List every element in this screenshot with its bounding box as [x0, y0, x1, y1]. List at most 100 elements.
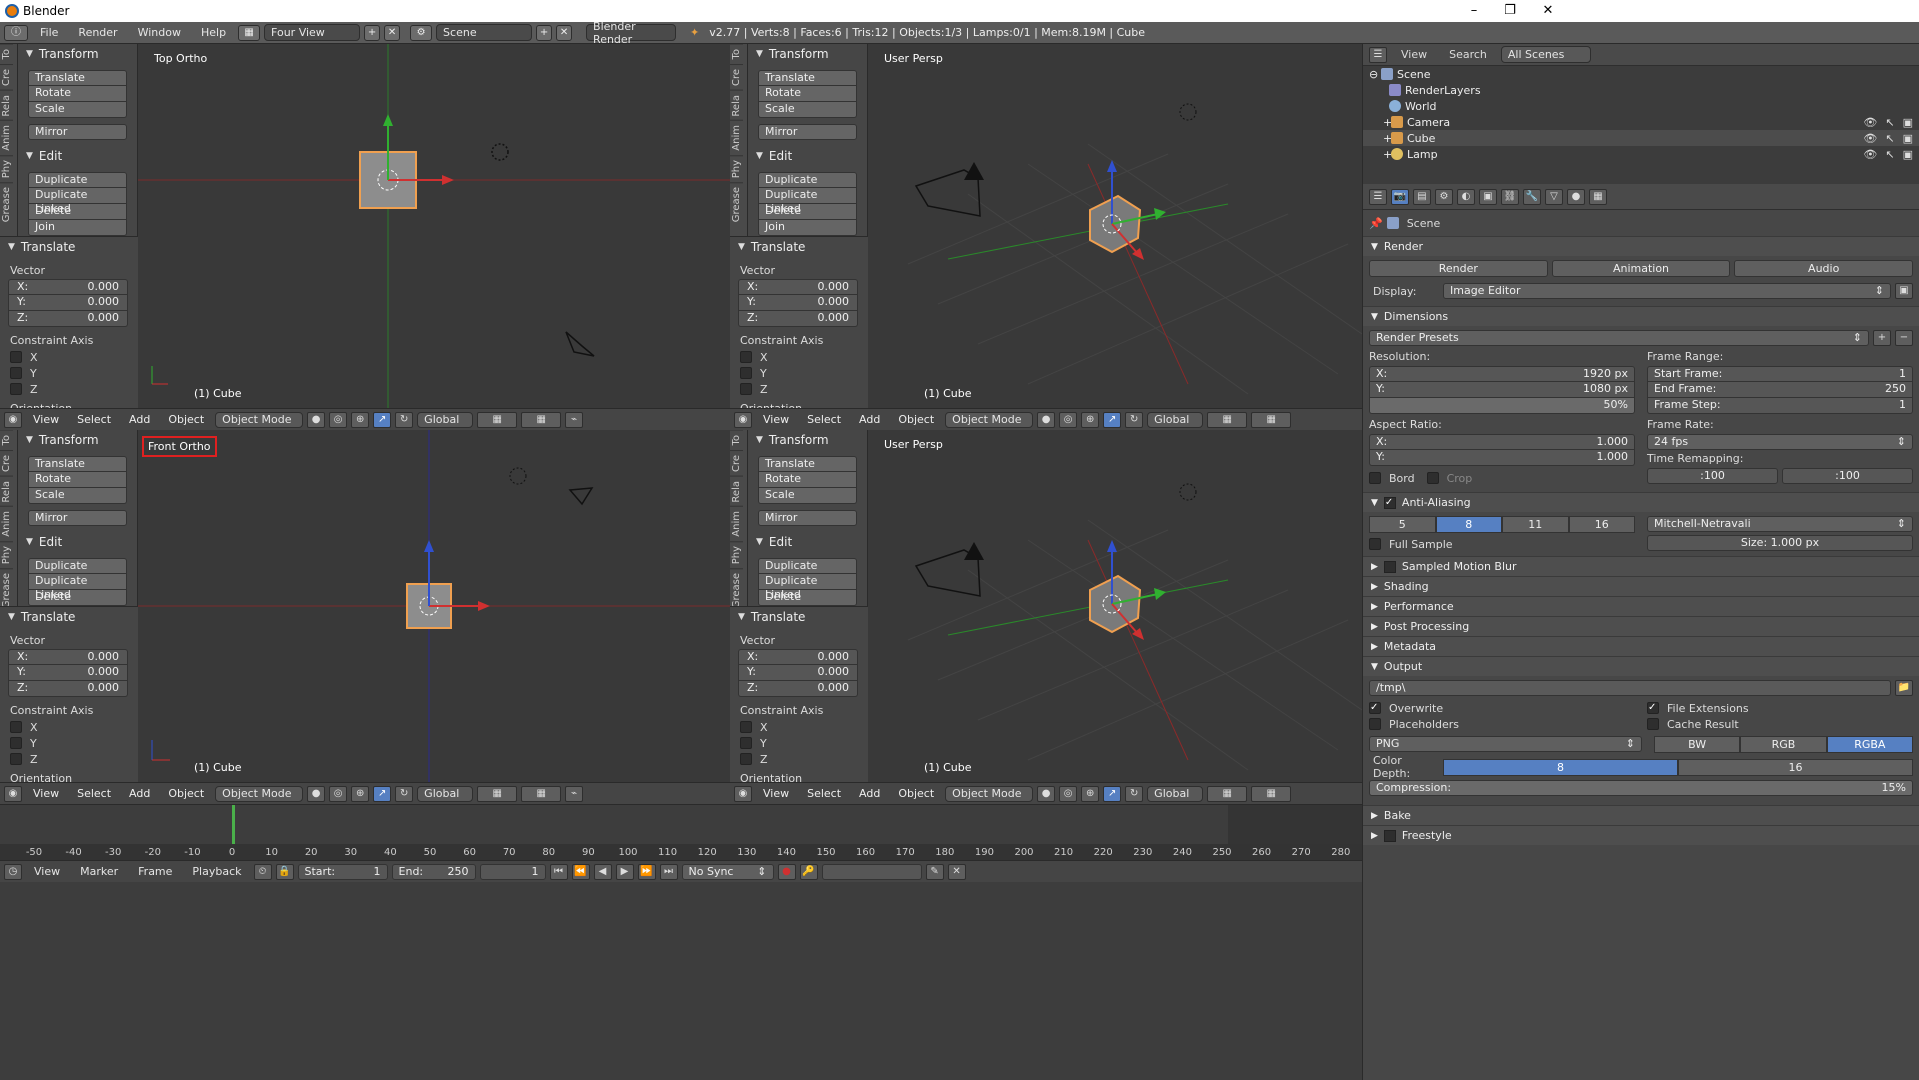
timeline[interactable]: -50 -40 -30 -20 -10 0 10 20 30 40 50 60 70 80 90 100 110…	[0, 804, 1362, 860]
render-tab-icon[interactable]: 📷	[1391, 188, 1409, 205]
tab-physics[interactable]: Phy	[730, 154, 743, 183]
constraint-x-checkbox[interactable]: X	[730, 719, 868, 735]
overwrite-checkbox[interactable]: ✓ Overwrite	[1369, 700, 1635, 716]
material-tab-icon[interactable]: ●	[1567, 188, 1585, 205]
menu-add[interactable]: Add	[852, 787, 887, 800]
editor-type-icon[interactable]: ◉	[734, 785, 752, 802]
crop-checkbox[interactable]: Crop	[1426, 470, 1472, 486]
outliner-row-world[interactable]: World	[1363, 98, 1919, 114]
start-frame-field[interactable]: Start Frame: 1	[1647, 366, 1913, 382]
duplicate-linked-button[interactable]: Duplicate Linked	[28, 574, 127, 601]
end-frame-field[interactable]: End: 250	[391, 863, 476, 880]
edit-panel-header[interactable]: ▼ Edit	[18, 532, 137, 552]
constraints-tab-icon[interactable]: ⛓	[1501, 188, 1519, 205]
texture-tab-icon[interactable]: ▦	[1589, 188, 1607, 205]
tab-relations[interactable]: Rela	[730, 89, 743, 121]
outliner-menu-view[interactable]: View	[1393, 48, 1435, 61]
menu-add[interactable]: Add	[122, 413, 157, 426]
shading-icon[interactable]: ●	[1037, 785, 1056, 802]
pivot-icon[interactable]: ◎	[1059, 411, 1078, 428]
manipulator-icon[interactable]: ⊕	[351, 411, 370, 428]
select-cursor-icon[interactable]: ↖	[1885, 132, 1894, 145]
edit-panel-header[interactable]: ▼ Edit	[748, 532, 867, 552]
translate-manipulator-icon[interactable]: ↗	[373, 785, 392, 802]
output-path-field[interactable]: /tmp\	[1369, 680, 1891, 696]
tab-animation[interactable]: Anim	[0, 120, 13, 155]
operator-panel-header[interactable]: ▼ Translate	[0, 607, 138, 627]
visibility-eye-icon[interactable]: 👁	[1863, 148, 1877, 161]
tab-create[interactable]: Cre	[0, 449, 13, 476]
output-panel-header[interactable]: ▼ Output	[1363, 656, 1919, 676]
constraint-z-checkbox[interactable]: Z	[0, 751, 138, 767]
edit-panel-header[interactable]: ▼ Edit	[18, 146, 137, 166]
anti-aliasing-checkbox[interactable]: ✓	[1383, 496, 1396, 509]
visibility-eye-icon[interactable]: 👁	[1863, 116, 1877, 129]
rotate-button[interactable]: Rotate	[28, 472, 127, 488]
manipulator-icon[interactable]: ⊕	[1081, 785, 1100, 802]
jump-keyframe-forward-icon[interactable]: ⏩	[637, 863, 656, 880]
layers-icon[interactable]: ▦	[477, 785, 518, 802]
dimensions-panel-header[interactable]: ▼ Dimensions	[1363, 306, 1919, 326]
aa-samples-8[interactable]: 8	[1435, 516, 1502, 533]
scale-button[interactable]: Scale	[758, 102, 857, 118]
pivot-icon[interactable]: ◎	[1059, 785, 1078, 802]
tab-tools[interactable]: To	[0, 430, 13, 450]
aa-filter-dropdown[interactable]: Mitchell-Netravali ⇕	[1647, 516, 1913, 532]
duplicate-button[interactable]: Duplicate	[28, 558, 127, 574]
preset-add-icon[interactable]: +	[1873, 330, 1891, 346]
menu-select[interactable]: Select	[70, 787, 118, 800]
full-sample-checkbox[interactable]: Full Sample	[1369, 536, 1635, 552]
tab-relations[interactable]: Rela	[0, 89, 13, 121]
constraint-z-checkbox[interactable]: Z	[730, 381, 868, 397]
display-window-icon[interactable]: ▣	[1895, 283, 1913, 299]
outliner-row-camera[interactable]: + Camera 👁 ↖ ▣	[1363, 114, 1919, 130]
render-camera-icon[interactable]: ▣	[1903, 148, 1913, 161]
layers-icon[interactable]: ▦	[1251, 411, 1292, 428]
current-frame-field[interactable]: 1	[479, 863, 546, 880]
menu-add[interactable]: Add	[122, 787, 157, 800]
play-reverse-icon[interactable]: ◀	[593, 863, 612, 880]
layers-icon[interactable]: ▦	[477, 411, 518, 428]
operator-panel-header[interactable]: ▼ Translate	[730, 607, 868, 627]
render-camera-icon[interactable]: ▣	[1903, 116, 1913, 129]
object-tab-icon[interactable]: ▣	[1479, 188, 1497, 205]
color-depth-selector[interactable]: 8 16	[1443, 758, 1913, 776]
rotate-button[interactable]: Rotate	[758, 86, 857, 102]
translate-button[interactable]: Translate	[758, 456, 857, 472]
tab-grease[interactable]: Grease	[0, 182, 13, 227]
vector-y-field[interactable]: Y: 0.000	[738, 665, 858, 681]
delete-button[interactable]: Delete	[758, 204, 857, 220]
join-button[interactable]: Join	[758, 220, 857, 236]
render-presets-dropdown[interactable]: Render Presets ⇕	[1369, 330, 1869, 346]
viewport-top-ortho[interactable]: Top Ortho (1) Cube	[138, 44, 730, 408]
mode-dropdown[interactable]: Object Mode	[945, 411, 1034, 428]
menu-select[interactable]: Select	[70, 413, 118, 426]
vector-z-field[interactable]: Z: 0.000	[738, 681, 858, 697]
resolution-percent-slider[interactable]: 50%	[1369, 398, 1635, 414]
render-camera-icon[interactable]: ▣	[1903, 132, 1913, 145]
motion-blur-checkbox[interactable]	[1383, 560, 1396, 573]
jump-keyframe-back-icon[interactable]: ⏪	[571, 863, 590, 880]
render-button[interactable]: Render	[1369, 259, 1548, 277]
shading-icon[interactable]: ●	[307, 411, 326, 428]
shading-icon[interactable]: ●	[307, 785, 326, 802]
mode-dropdown[interactable]: Object Mode	[215, 785, 304, 802]
tab-relations[interactable]: Rela	[0, 475, 13, 507]
tab-animation[interactable]: Anim	[0, 506, 13, 541]
tab-tools[interactable]: To	[0, 44, 13, 64]
vector-x-field[interactable]: X: 0.000	[738, 649, 858, 665]
tab-tools[interactable]: To	[730, 44, 743, 64]
vector-y-field[interactable]: Y: 0.000	[738, 295, 858, 311]
shading-icon[interactable]: ●	[1037, 411, 1056, 428]
mode-dropdown[interactable]: Object Mode	[215, 411, 304, 428]
viewport-user-persp-2[interactable]: User Persp (1) Cube	[868, 430, 1362, 782]
menu-object[interactable]: Object	[161, 413, 211, 426]
vector-x-field[interactable]: X: 0.000	[738, 279, 858, 295]
duplicate-linked-button[interactable]: Duplicate Linked	[28, 188, 127, 215]
outliner-row-scene[interactable]: ⊖ Scene	[1363, 66, 1919, 82]
operator-panel-header[interactable]: ▼ Translate	[0, 237, 138, 257]
editor-type-icon[interactable]: ☰	[1369, 188, 1387, 205]
vector-y-field[interactable]: Y: 0.000	[8, 295, 128, 311]
editor-type-icon[interactable]: ◉	[4, 785, 22, 802]
color-depth-8[interactable]: 8	[1443, 758, 1678, 776]
